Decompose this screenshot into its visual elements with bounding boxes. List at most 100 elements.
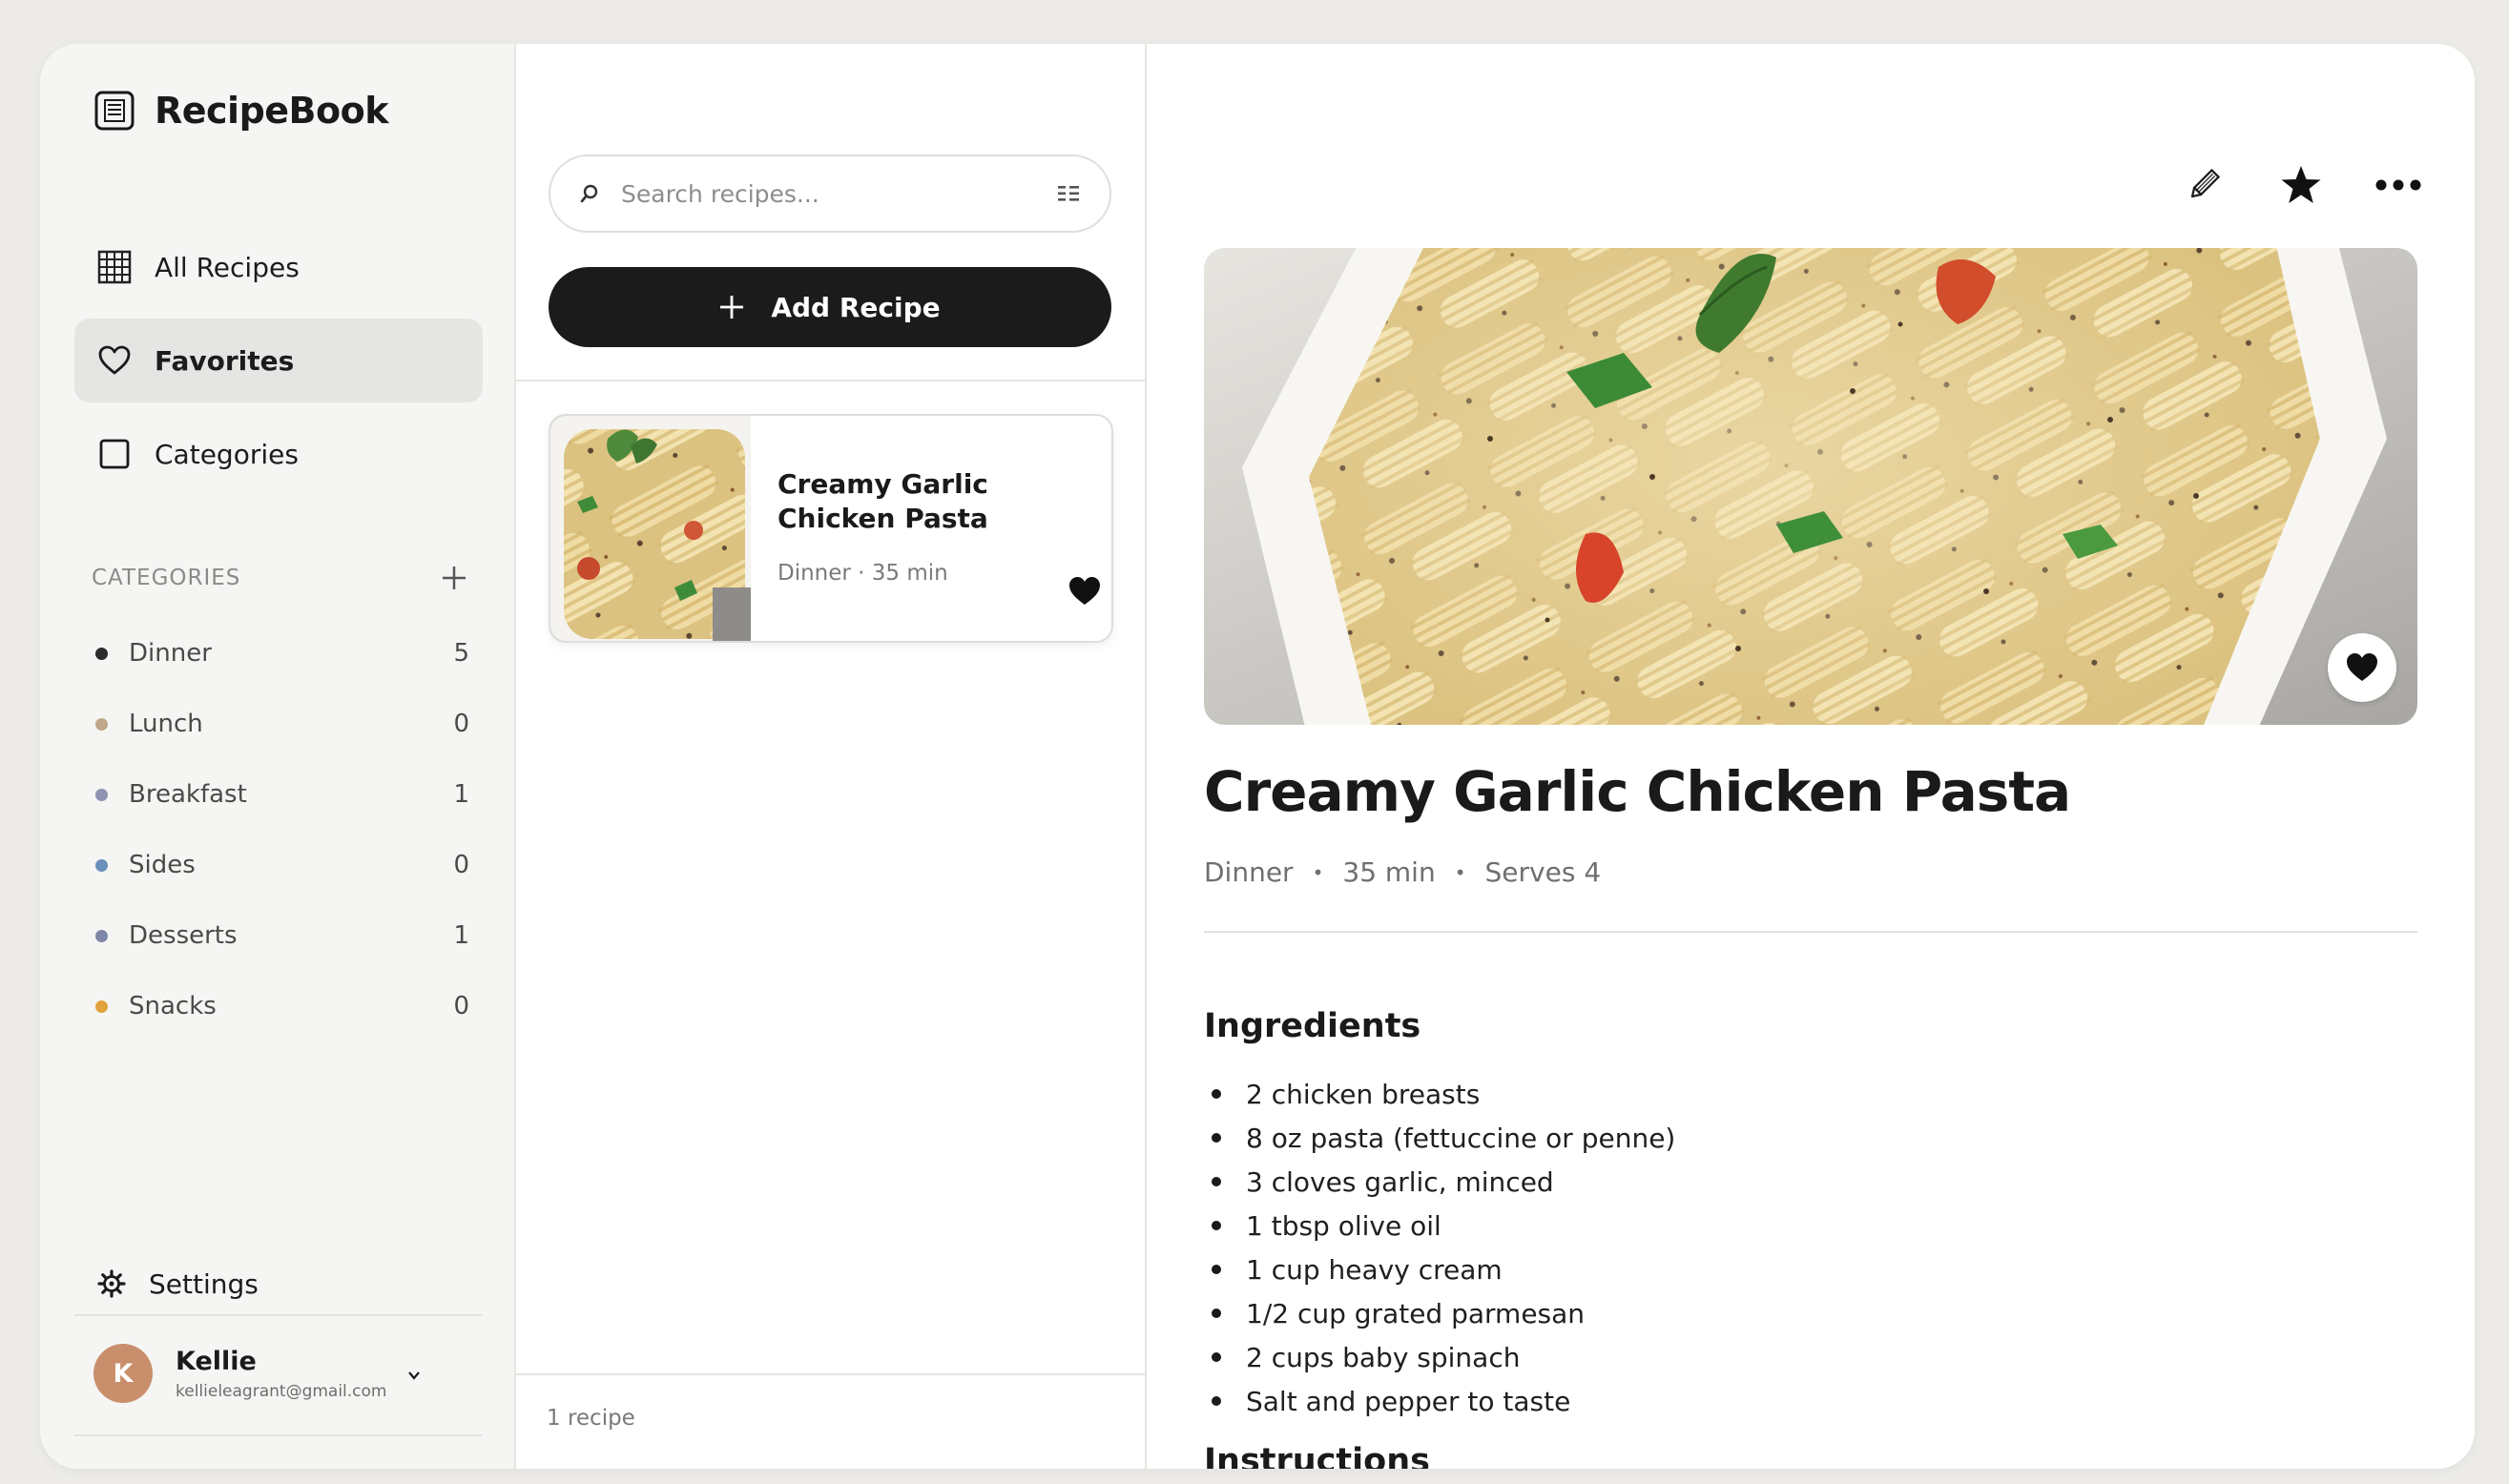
add-recipe-label: Add Recipe — [771, 291, 941, 323]
recipe-detail: Creamy Garlic Chicken Pasta Dinner • 35 … — [1147, 44, 2475, 1469]
recipe-card-meta: Dinner · 35 min — [778, 561, 948, 586]
category-item-sides[interactable]: Sides 0 — [92, 830, 469, 900]
category-name: Lunch — [129, 710, 203, 738]
recipe-title: Creamy Garlic Chicken Pasta — [1204, 759, 2071, 824]
category-dot — [95, 717, 108, 731]
user-name: Kellie — [176, 1346, 257, 1376]
star-button[interactable] — [2272, 156, 2330, 214]
category-item-lunch[interactable]: Lunch 0 — [92, 689, 469, 759]
ingredient-text: 1 cup heavy cream — [1246, 1253, 1503, 1286]
nav-label: Favorites — [155, 344, 295, 377]
more-options-button[interactable] — [2370, 156, 2427, 214]
category-item-snacks[interactable]: Snacks 0 — [92, 971, 469, 1041]
more-horizontal-icon — [2375, 179, 2421, 191]
recipe-hero-image — [1204, 248, 2417, 725]
avatar: K — [93, 1344, 153, 1403]
meta-separator: • — [1312, 860, 1324, 884]
divider — [516, 1373, 1145, 1375]
category-item-dinner[interactable]: Dinner 5 — [92, 618, 469, 689]
heart-filled-icon — [2347, 653, 2377, 681]
search-icon — [580, 184, 598, 203]
recipe-category: Dinner — [1204, 856, 1294, 888]
ingredient-item: Salt and pepper to taste — [1204, 1379, 1675, 1423]
categories-title: CATEGORIES — [92, 566, 241, 590]
instructions-heading: Instructions — [1204, 1442, 1430, 1469]
filter-list-icon[interactable] — [1056, 181, 1081, 206]
app-window: RecipeBook All Recipes Favorites Categor… — [40, 44, 2475, 1469]
user-menu[interactable]: K Kellie kellieleagrant@gmail.com — [93, 1335, 475, 1412]
search-input[interactable] — [619, 178, 1056, 209]
category-count: 5 — [453, 639, 469, 668]
gear-icon — [97, 1269, 126, 1298]
nav-label: All Recipes — [155, 251, 300, 283]
ingredient-item: 1/2 cup grated parmesan — [1204, 1291, 1675, 1335]
category-dot — [95, 929, 108, 942]
meta-separator: • — [1454, 860, 1466, 884]
category-name: Breakfast — [129, 780, 247, 809]
settings-button[interactable]: Settings — [97, 1255, 259, 1312]
detail-toolbar — [2135, 156, 2427, 214]
nav-label: Categories — [155, 438, 299, 470]
bullet — [1212, 1177, 1221, 1186]
recipe-book-logo-icon — [94, 91, 135, 131]
category-name: Snacks — [129, 992, 217, 1020]
square-icon — [99, 439, 130, 469]
ingredients-heading: Ingredients — [1204, 1007, 1421, 1045]
ingredient-item: 1 tbsp olive oil — [1204, 1204, 1675, 1247]
chevron-down-icon — [407, 1371, 420, 1380]
recipe-meta: Dinner • 35 min • Serves 4 — [1204, 856, 1601, 888]
category-count: 0 — [453, 710, 469, 738]
bullet — [1212, 1396, 1221, 1406]
ingredient-text: 2 chicken breasts — [1246, 1078, 1481, 1110]
brand: RecipeBook — [93, 90, 389, 132]
ingredient-item: 2 cups baby spinach — [1204, 1335, 1675, 1379]
category-dot — [95, 858, 108, 872]
grid-icon — [97, 250, 132, 284]
nav-item-categories[interactable]: Categories — [74, 412, 483, 496]
plus-icon — [720, 296, 744, 319]
add-recipe-button[interactable]: Add Recipe — [549, 267, 1111, 347]
recipe-thumbnail — [550, 416, 751, 641]
category-dot — [95, 647, 108, 660]
plus-icon — [443, 567, 466, 589]
category-count: 0 — [453, 851, 469, 879]
category-count: 0 — [453, 992, 469, 1020]
bullet — [1212, 1089, 1221, 1099]
edit-button[interactable] — [2175, 156, 2232, 214]
add-category-button[interactable] — [435, 559, 473, 597]
recipe-serves: Serves 4 — [1484, 856, 1602, 888]
user-info: Kellie kellieleagrant@gmail.com — [176, 1347, 387, 1401]
recipe-time: 35 min — [1342, 856, 1436, 888]
heart-icon — [98, 345, 131, 375]
bullet — [1212, 1309, 1221, 1318]
ingredient-text: 1 tbsp olive oil — [1246, 1209, 1441, 1242]
settings-label: Settings — [149, 1268, 259, 1300]
category-count: 1 — [453, 780, 469, 809]
ingredient-item: 3 cloves garlic, minced — [1204, 1160, 1675, 1204]
category-item-breakfast[interactable]: Breakfast 1 — [92, 759, 469, 830]
main-nav: All Recipes Favorites Categories — [74, 225, 483, 505]
recipe-card[interactable]: Creamy Garlic Chicken Pasta Dinner · 35 … — [549, 414, 1113, 643]
category-name: Desserts — [129, 921, 238, 950]
category-name: Dinner — [129, 639, 212, 668]
ingredient-text: 8 oz pasta (fettuccine or penne) — [1246, 1122, 1676, 1154]
ingredient-item: 1 cup heavy cream — [1204, 1247, 1675, 1291]
sidebar: RecipeBook All Recipes Favorites Categor… — [40, 44, 516, 1469]
category-count: 1 — [453, 921, 469, 950]
category-name: Sides — [129, 851, 196, 879]
ingredient-text: 2 cups baby spinach — [1246, 1341, 1521, 1373]
ingredient-item: 8 oz pasta (fettuccine or penne) — [1204, 1116, 1675, 1160]
category-item-desserts[interactable]: Desserts 1 — [92, 900, 469, 971]
search-bar — [549, 155, 1111, 233]
category-dot — [95, 1000, 108, 1013]
pencil-icon — [2190, 168, 2221, 198]
categories-header: CATEGORIES — [92, 549, 473, 607]
bullet — [1212, 1265, 1221, 1274]
nav-item-favorites[interactable]: Favorites — [74, 319, 483, 402]
bullet — [1212, 1352, 1221, 1362]
category-dot — [95, 788, 108, 801]
nav-item-all-recipes[interactable]: All Recipes — [74, 225, 483, 309]
favorite-toggle-button[interactable] — [2328, 633, 2396, 702]
heart-filled-icon[interactable] — [1068, 574, 1102, 608]
ingredient-text: 1/2 cup grated parmesan — [1246, 1297, 1586, 1329]
